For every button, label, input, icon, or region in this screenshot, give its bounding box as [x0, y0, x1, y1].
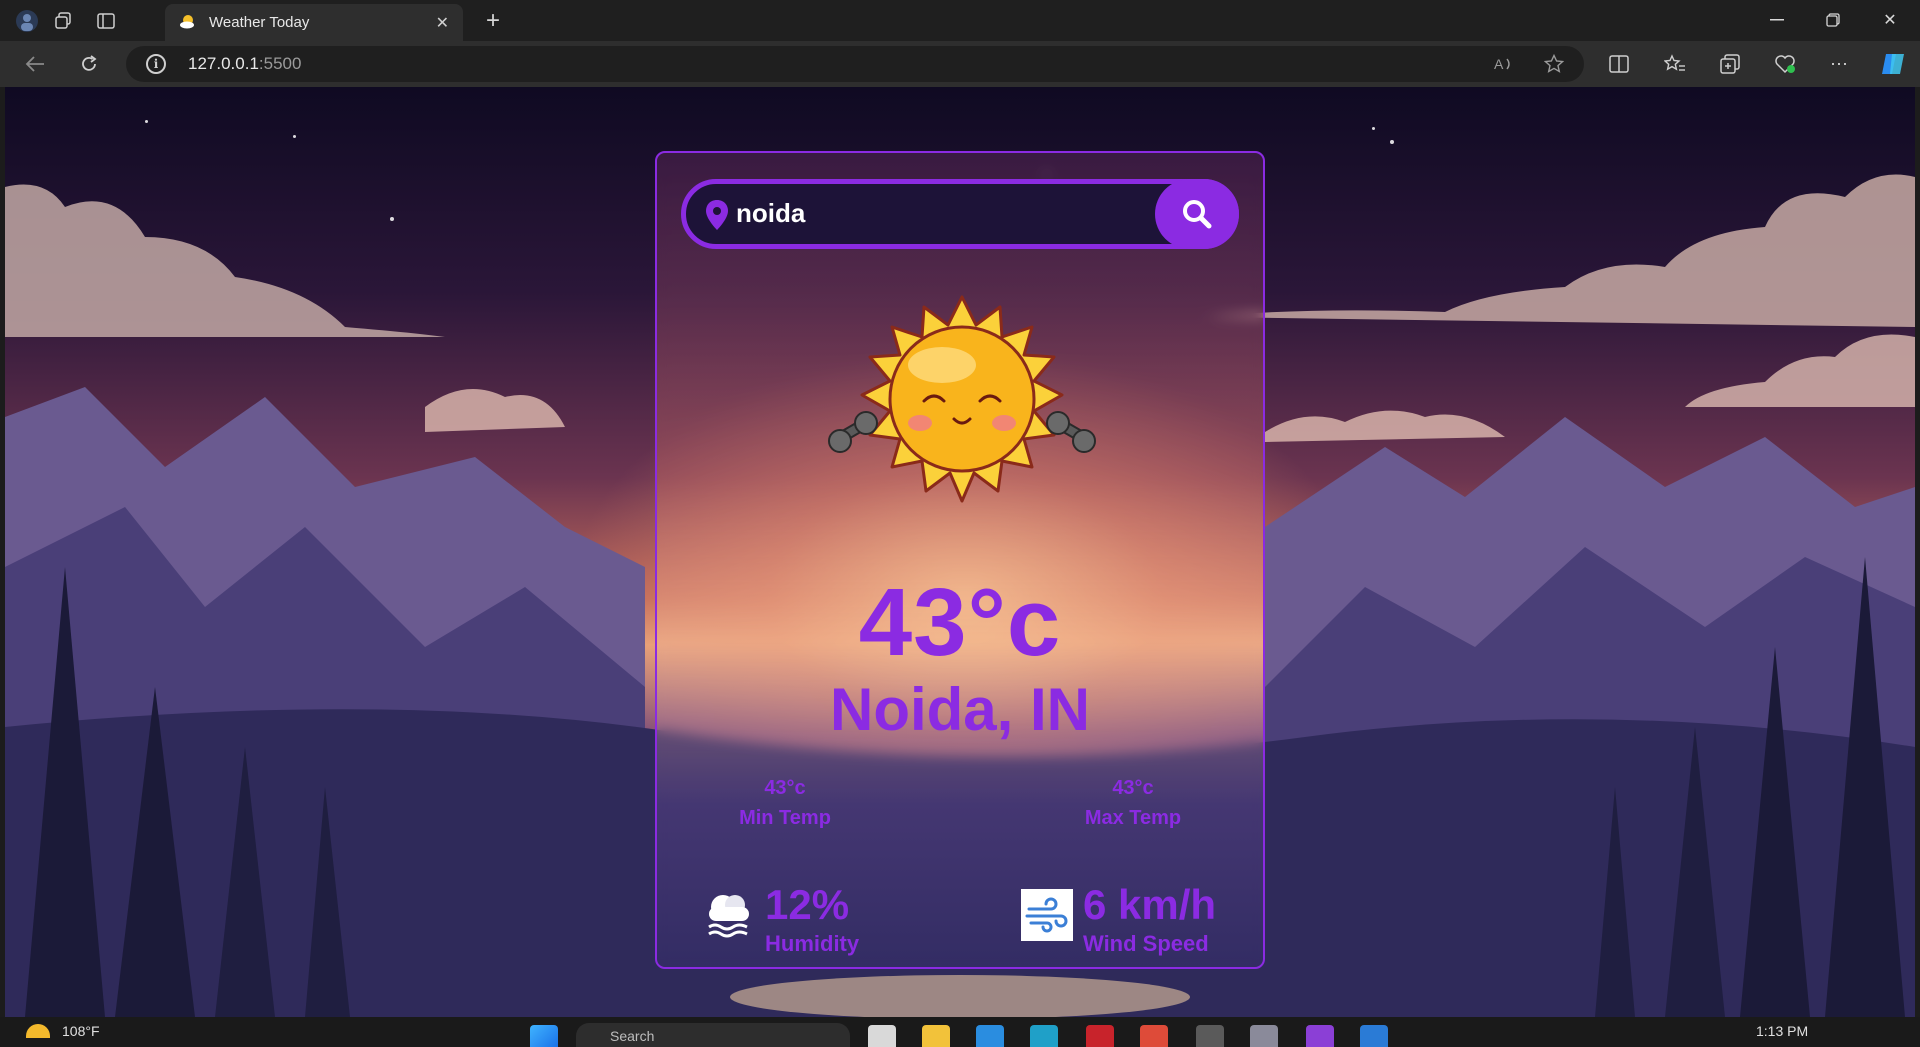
close-window-button[interactable]: ✕: [1870, 4, 1910, 36]
taskbar-red-app-icon[interactable]: [1086, 1025, 1114, 1047]
os-taskbar: 108°F Search 1:13 PM: [0, 1017, 1920, 1047]
city-search-input[interactable]: noida: [736, 198, 805, 229]
taskbar-sun-icon: [26, 1024, 50, 1038]
tab-close-icon[interactable]: ✕: [436, 13, 449, 33]
split-screen-icon[interactable]: [1604, 49, 1634, 79]
taskbar-terminal-icon[interactable]: [1196, 1025, 1224, 1047]
browser-tab-bar: Weather Today ✕ + ✕: [0, 0, 1920, 41]
taskbar-settings-icon[interactable]: [1250, 1025, 1278, 1047]
location-pin-icon: [706, 200, 728, 230]
city-search-bar: noida: [681, 179, 1239, 249]
taskbar-vscode-icon[interactable]: [1360, 1025, 1388, 1047]
min-temp-value: 43°c: [764, 777, 806, 799]
taskbar-purple-app-icon[interactable]: [1306, 1025, 1334, 1047]
taskbar-weather-temp: 108°F: [62, 1023, 100, 1039]
taskbar-file-explorer-icon[interactable]: [922, 1025, 950, 1047]
taskbar-search-placeholder: Search: [610, 1028, 655, 1044]
refresh-icon[interactable]: [74, 49, 104, 79]
vertical-tabs-icon[interactable]: [91, 6, 121, 36]
taskbar-clock[interactable]: 1:13 PM: [1756, 1023, 1808, 1039]
weather-favicon-icon: [179, 13, 197, 32]
city-name: Noida, IN: [829, 676, 1090, 743]
url-port: :5500: [258, 54, 302, 73]
favorites-icon[interactable]: [1660, 49, 1690, 79]
min-temp-block: 43°c Min Temp: [705, 773, 865, 833]
taskbar-weather-widget[interactable]: 108°F: [26, 1023, 100, 1039]
more-menu-icon[interactable]: ⋯: [1824, 49, 1854, 79]
browser-essentials-icon[interactable]: [1770, 49, 1800, 79]
max-temp-value: 43°c: [1112, 777, 1154, 799]
wind-speed-value: 6 km/h: [1083, 881, 1217, 928]
minimize-button[interactable]: [1757, 4, 1797, 36]
tab-title: Weather Today: [209, 14, 310, 31]
url-host: 127.0.0.1: [188, 54, 259, 73]
url-field[interactable]: i 127.0.0.1:5500: [126, 46, 1584, 82]
tab-weather-today[interactable]: Weather Today ✕: [165, 4, 463, 41]
search-icon: [1183, 200, 1212, 229]
humidity-label: Humidity: [765, 931, 860, 956]
taskbar-store-icon[interactable]: [976, 1025, 1004, 1047]
back-arrow-icon[interactable]: [20, 49, 50, 79]
profile-avatar[interactable]: [12, 6, 42, 36]
taskbar-search-box[interactable]: Search: [576, 1023, 850, 1047]
start-button[interactable]: [530, 1025, 558, 1047]
humidity-cloud-icon: [708, 895, 749, 938]
copilot-icon[interactable]: [1878, 49, 1908, 79]
min-temp-label: Min Temp: [739, 807, 831, 829]
sunny-weather-icon: [828, 295, 1096, 503]
taskbar-chrome-icon[interactable]: [1140, 1025, 1168, 1047]
restore-button[interactable]: [1813, 4, 1853, 36]
wind-speed-label: Wind Speed: [1083, 931, 1209, 956]
address-bar-row: i 127.0.0.1:5500 A ⋯: [0, 41, 1920, 87]
workspaces-icon[interactable]: [48, 6, 78, 36]
page-viewport: noida 43°c Noida, IN 43°c Min Temp 43°c …: [5, 87, 1915, 1017]
search-button[interactable]: [1155, 179, 1239, 249]
favorite-star-icon[interactable]: [1539, 49, 1569, 79]
read-aloud-icon[interactable]: A: [1489, 49, 1519, 79]
max-temp-block: 43°c Max Temp: [1053, 773, 1213, 833]
svg-text:A: A: [1494, 56, 1504, 72]
current-temperature: 43°c: [858, 569, 1062, 676]
weather-card: noida 43°c Noida, IN 43°c Min Temp 43°c …: [655, 151, 1265, 969]
new-tab-button[interactable]: +: [478, 6, 508, 36]
site-info-icon[interactable]: i: [146, 54, 166, 74]
taskbar-edge-icon[interactable]: [1030, 1025, 1058, 1047]
max-temp-label: Max Temp: [1084, 807, 1182, 829]
wind-icon: [1021, 889, 1073, 941]
humidity-value: 12%: [765, 881, 850, 928]
collections-icon[interactable]: [1715, 49, 1745, 79]
taskbar-task-view-icon[interactable]: [868, 1025, 896, 1047]
